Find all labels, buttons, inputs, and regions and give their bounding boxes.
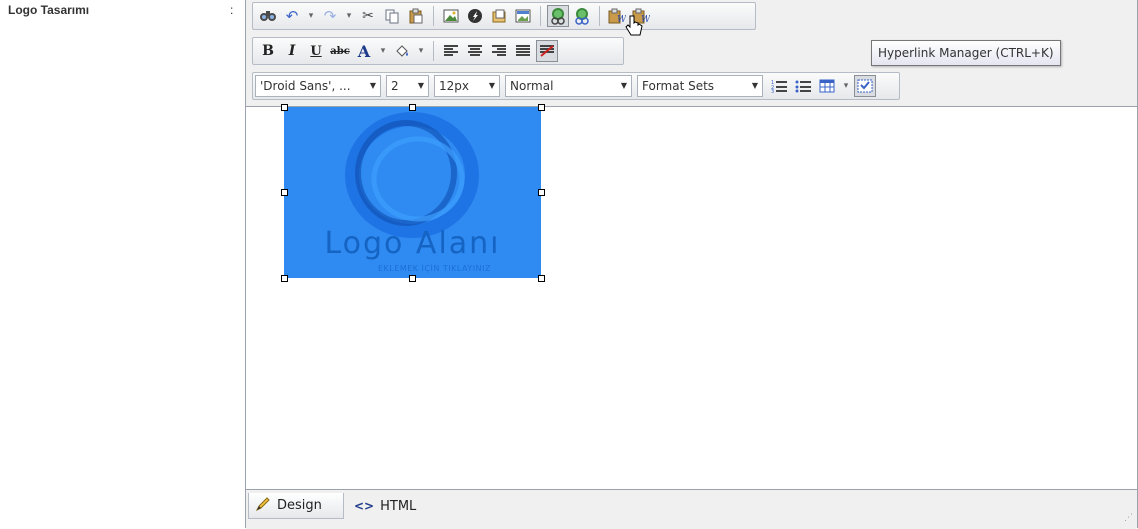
svg-text:3: 3 [771,89,774,93]
editor-content-area[interactable]: Logo Alanı EKLEMEK İÇİN TIKLAYINIZ [246,104,1137,489]
resize-handle[interactable] [281,104,288,111]
tab-design-label: Design [277,498,322,513]
dropdown-arrow-icon: ▼ [417,81,424,90]
toggle-table-borders-icon[interactable] [854,75,876,97]
resize-handle[interactable] [409,104,416,111]
underline-icon[interactable]: U [305,40,327,62]
undo-dropdown-icon[interactable]: ▾ [305,5,317,27]
font-color-dropdown-icon[interactable]: ▾ [377,40,389,62]
format-stripper-icon[interactable] [536,40,558,62]
resize-grip-icon[interactable]: ⋰ [1124,513,1133,523]
background-color-icon[interactable] [391,40,413,62]
numbered-list-icon[interactable]: 123 [768,75,790,97]
separator [540,6,541,26]
bulleted-list-icon[interactable] [792,75,814,97]
font-size-dropdown[interactable]: 2 ▼ [386,75,429,97]
undo-icon[interactable]: ↶ [281,5,303,27]
font-name-dropdown[interactable]: 'Droid Sans', ... ▼ [255,75,381,97]
field-label: Logo Tasarımı [8,3,90,17]
logo-subtitle: EKLEMEK İÇİN TIKLAYINIZ [378,264,491,273]
redo-icon[interactable]: ↷ [319,5,341,27]
separator [433,41,434,61]
font-size-value: 2 [391,79,399,93]
copy-icon[interactable] [381,5,403,27]
format-sets-dropdown[interactable]: Format Sets ▼ [637,75,763,97]
paragraph-style-dropdown[interactable]: Normal ▼ [505,75,632,97]
toolbar-row-1: ↶ ▾ ↷ ▾ ✂ W W [252,2,756,36]
field-colon: : [230,3,234,17]
tab-html-label: HTML [380,498,417,514]
flash-manager-icon[interactable] [464,5,486,27]
separator [433,6,434,26]
rich-text-editor: ↶ ▾ ↷ ▾ ✂ W W B I U abc A ▾ ▾ 'Droid San… [245,0,1138,529]
find-replace-icon[interactable] [257,5,279,27]
hyperlink-manager-icon[interactable] [547,5,569,27]
dropdown-arrow-icon: ▼ [751,81,758,90]
separator [599,6,600,26]
real-font-size-value: 12px [439,79,469,93]
resize-handle[interactable] [409,275,416,282]
dropdown-arrow-icon: ▼ [488,81,495,90]
remove-link-icon[interactable] [571,5,593,27]
strikethrough-icon[interactable]: abc [329,40,351,62]
paragraph-style-value: Normal [510,79,554,93]
dropdown-arrow-icon: ▼ [369,81,376,90]
insert-table-icon[interactable] [816,75,838,97]
cut-icon[interactable]: ✂ [357,5,379,27]
format-sets-value: Format Sets [642,79,715,93]
logo-image[interactable]: Logo Alanı EKLEMEK İÇİN TIKLAYINIZ [284,107,541,278]
justify-icon[interactable] [512,40,534,62]
font-name-value: 'Droid Sans', ... [260,79,351,93]
hand-cursor-icon [625,15,643,41]
document-manager-icon[interactable] [488,5,510,27]
logo-title: Logo Alanı [324,226,501,261]
italic-icon[interactable]: I [281,40,303,62]
resize-handle[interactable] [281,189,288,196]
bold-icon[interactable]: B [257,40,279,62]
tab-html[interactable]: <> HTML [348,493,438,519]
resize-handle[interactable] [538,189,545,196]
mode-bar: Design <> HTML ⋰ [246,489,1137,529]
code-icon: <> [354,499,375,513]
image-manager-icon[interactable] [440,5,462,27]
pencil-icon [255,496,271,516]
background-color-dropdown-icon[interactable]: ▾ [415,40,427,62]
toolbar-row-2: B I U abc A ▾ ▾ [252,37,624,65]
paste-icon[interactable] [405,5,427,27]
template-manager-icon[interactable] [512,5,534,27]
toolbar-area: ↶ ▾ ↷ ▾ ✂ W W B I U abc A ▾ ▾ 'Droid San… [246,0,1137,107]
toolbar-row-3: 'Droid Sans', ... ▼ 2 ▼ 12px ▼ Normal ▼ … [252,72,900,100]
insert-table-dropdown-icon[interactable]: ▾ [840,75,852,97]
font-color-icon[interactable]: A [353,40,375,62]
resize-handle[interactable] [281,275,288,282]
real-font-size-dropdown[interactable]: 12px ▼ [434,75,500,97]
align-center-icon[interactable] [464,40,486,62]
dropdown-arrow-icon: ▼ [620,81,627,90]
tab-design[interactable]: Design [248,493,344,519]
redo-dropdown-icon[interactable]: ▾ [343,5,355,27]
resize-handle[interactable] [538,104,545,111]
resize-handle[interactable] [538,275,545,282]
align-right-icon[interactable] [488,40,510,62]
hyperlink-manager-tooltip: Hyperlink Manager (CTRL+K) [871,40,1061,66]
align-left-icon[interactable] [440,40,462,62]
